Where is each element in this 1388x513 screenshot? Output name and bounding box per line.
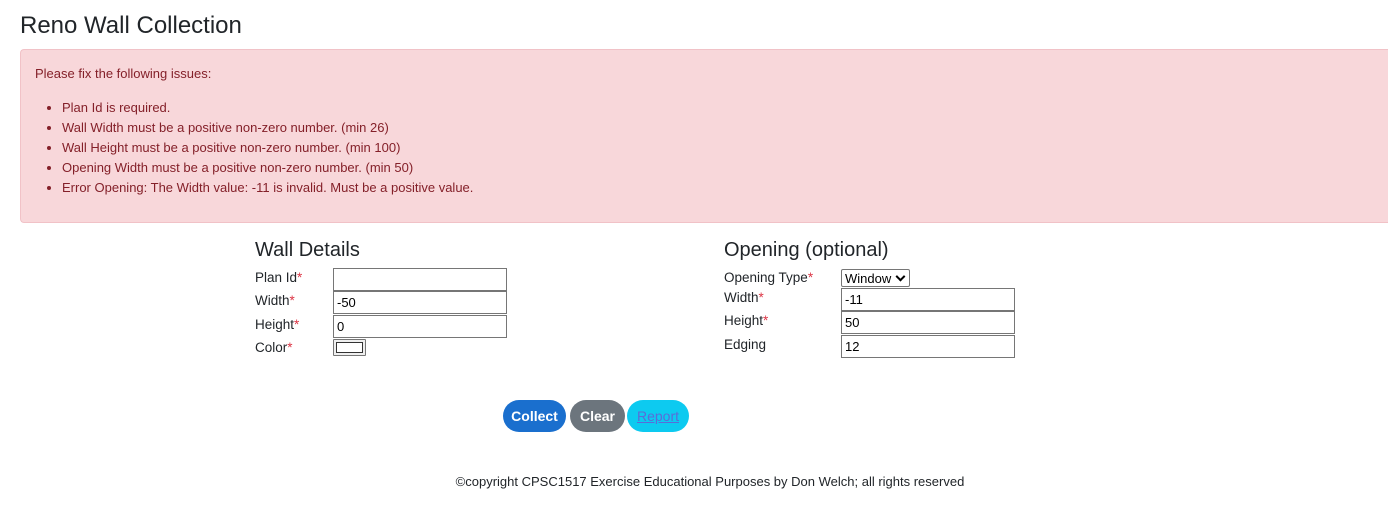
plan-id-input[interactable] xyxy=(333,268,507,291)
error-list: Plan Id is required. Wall Width must be … xyxy=(35,98,473,198)
error-heading: Please fix the following issues: xyxy=(35,66,212,81)
opening-height-label: Height* xyxy=(724,313,769,328)
opening-type-selected: Window xyxy=(845,270,892,286)
opening-type-label: Opening Type* xyxy=(724,270,814,285)
report-button[interactable]: Report xyxy=(627,400,689,432)
required-marker: * xyxy=(763,313,769,328)
required-marker: * xyxy=(287,340,293,355)
required-marker: * xyxy=(289,293,295,308)
plan-id-label: Plan Id* xyxy=(255,270,303,285)
opening-width-label: Width* xyxy=(724,290,764,305)
opening-height-input[interactable] xyxy=(841,311,1015,334)
required-marker: * xyxy=(758,290,764,305)
color-swatch xyxy=(336,342,363,353)
required-marker: * xyxy=(297,270,303,285)
wall-height-label: Height* xyxy=(255,317,300,332)
edging-label: Edging xyxy=(724,337,767,352)
opening-width-input[interactable] xyxy=(841,288,1015,311)
required-marker: * xyxy=(807,270,814,285)
list-item: Error Opening: The Width value: -11 is i… xyxy=(62,178,473,198)
chevron-down-icon xyxy=(895,271,906,281)
list-item: Opening Width must be a positive non-zer… xyxy=(62,158,473,178)
required-marker: * xyxy=(294,317,300,332)
collect-button[interactable]: Collect xyxy=(503,400,566,432)
wall-width-input[interactable] xyxy=(333,291,507,314)
list-item: Wall Width must be a positive non-zero n… xyxy=(62,118,473,138)
wall-details-title: Wall Details xyxy=(255,239,360,261)
opening-type-select[interactable]: Window xyxy=(841,269,910,287)
wall-width-label: Width* xyxy=(255,293,295,308)
wall-color-picker[interactable] xyxy=(333,339,366,356)
validation-error-panel: Please fix the following issues: Plan Id… xyxy=(20,49,1388,223)
list-item: Wall Height must be a positive non-zero … xyxy=(62,138,473,158)
edging-input[interactable] xyxy=(841,335,1015,358)
wall-color-label: Color* xyxy=(255,340,293,355)
wall-height-input[interactable] xyxy=(333,315,507,338)
footer-copyright: ©copyright CPSC1517 Exercise Educational… xyxy=(455,474,965,489)
clear-button[interactable]: Clear xyxy=(570,400,625,432)
opening-title: Opening (optional) xyxy=(724,239,889,261)
page-title: Reno Wall Collection xyxy=(20,12,242,39)
list-item: Plan Id is required. xyxy=(62,98,473,118)
